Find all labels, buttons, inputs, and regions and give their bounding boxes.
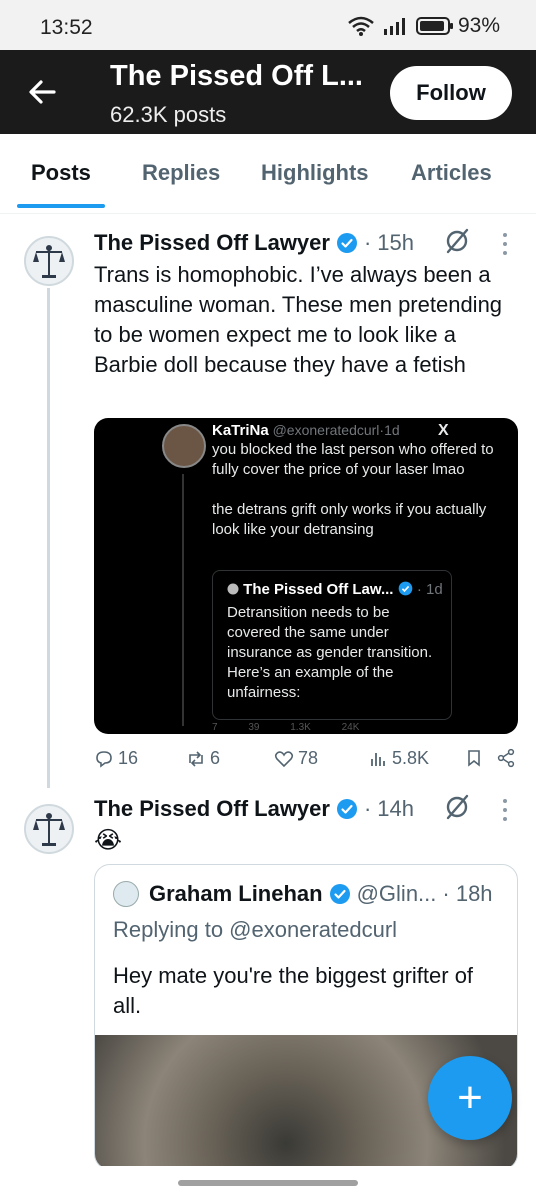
heart-icon <box>274 750 294 767</box>
embedded-avatar <box>162 424 206 468</box>
verified-badge-icon <box>329 884 350 904</box>
post-count: 62.3K posts <box>110 102 227 127</box>
scales-of-justice-icon <box>33 813 65 846</box>
divider <box>0 213 536 214</box>
quoted-author: Graham Linehan <box>149 881 323 906</box>
embedded-text: you blocked the last person who offered … <box>212 440 502 540</box>
repost-icon <box>189 750 203 767</box>
quoted-time: · 18h <box>442 881 493 906</box>
battery-icon <box>415 17 453 35</box>
repost-count: 6 <box>210 748 221 768</box>
compose-button[interactable]: + <box>428 1056 512 1140</box>
status-bar: 13:52 93% <box>0 0 536 50</box>
tweet-text: Trans is homophobic. I’ve always been a … <box>94 262 503 377</box>
home-handle[interactable] <box>178 1180 358 1186</box>
reply-count: 16 <box>118 748 139 768</box>
system-nav-bar <box>0 1166 536 1200</box>
bookmark-icon <box>468 750 480 767</box>
tweet-separator: · <box>363 796 372 821</box>
embedded-text-2: the detrans grift only works if you actu… <box>212 501 487 538</box>
x-logo-icon: X <box>438 422 449 439</box>
replying-to: Replying to @exoneratedcurl <box>113 917 398 942</box>
embedded-quote: The Pissed Off Law... · 1d Detransition … <box>212 570 452 720</box>
repost-button[interactable]: 6 <box>186 748 220 769</box>
embedded-quote-time: · 1d <box>416 581 443 598</box>
like-button[interactable]: 78 <box>274 748 318 769</box>
embedded-quote-avatar-icon <box>227 583 239 595</box>
grok-icon[interactable] <box>444 228 470 254</box>
embedded-action-counts: 7 39 1.3K 24K <box>212 722 360 733</box>
embedded-handle: @exoneratedcurl·1d <box>272 422 400 438</box>
reply-button[interactable]: 16 <box>94 748 138 769</box>
tweet-header: The Pissed Off Lawyer · 15h <box>94 230 414 256</box>
tab-posts[interactable]: Posts <box>31 160 91 186</box>
tab-articles[interactable]: Articles <box>411 160 492 186</box>
grok-icon[interactable] <box>444 794 470 820</box>
tweet-time[interactable]: 14h <box>377 796 414 822</box>
verified-badge-icon <box>398 581 412 596</box>
verified-badge-icon <box>336 799 357 819</box>
tweet-time[interactable]: 15h <box>377 230 414 256</box>
embedded-author: KaTriNa <box>212 422 269 439</box>
author-name[interactable]: The Pissed Off Lawyer <box>94 230 330 256</box>
verified-badge-icon <box>336 233 357 253</box>
more-vertical-icon[interactable] <box>502 799 508 821</box>
profile-title: The Pissed Off L... <box>110 60 363 92</box>
status-time: 13:52 <box>40 16 93 39</box>
more-vertical-icon[interactable] <box>502 233 508 255</box>
quoted-header: Graham Linehan @Glin... · 18h <box>149 881 493 907</box>
wifi-icon <box>348 16 374 36</box>
follow-button[interactable]: Follow <box>390 66 512 120</box>
avatar[interactable] <box>24 804 74 854</box>
profile-header: The Pissed Off L... 62.3K posts Follow <box>0 50 536 134</box>
share-button[interactable] <box>496 748 516 768</box>
reply-icon <box>96 750 112 768</box>
bookmark-button[interactable] <box>464 748 484 768</box>
author-name[interactable]: The Pissed Off Lawyer <box>94 796 330 822</box>
tab-highlights[interactable]: Highlights <box>261 160 369 186</box>
quoted-handle: @Glin... <box>356 881 437 906</box>
thread-line <box>47 288 50 788</box>
embedded-screenshot[interactable]: KaTriNa @exoneratedcurl·1d X you blocked… <box>94 418 518 734</box>
share-icon <box>497 748 515 768</box>
quoted-text: Hey mate you're the biggest grifter of a… <box>113 963 474 1018</box>
views-button[interactable]: 5.8K <box>368 748 429 769</box>
arrow-left-icon[interactable] <box>22 72 62 112</box>
battery-fill <box>419 21 444 31</box>
like-count: 78 <box>298 748 319 768</box>
embedded-quote-text: Detransition needs to be covered the sam… <box>227 604 433 701</box>
embedded-thread-line <box>182 474 184 726</box>
tweet-actions: 16 6 78 5.8K <box>94 748 524 774</box>
status-icons: 93% <box>348 14 500 38</box>
scales-of-justice-icon <box>33 245 65 278</box>
views-icon <box>371 752 385 766</box>
tab-replies[interactable]: Replies <box>142 160 220 186</box>
embedded-header: KaTriNa @exoneratedcurl·1d <box>212 422 400 439</box>
signal-icon <box>383 18 405 35</box>
active-tab-indicator <box>17 204 105 208</box>
tweet-separator: · <box>363 230 372 255</box>
avatar[interactable] <box>24 236 74 286</box>
embedded-quote-author: The Pissed Off Law... <box>243 581 394 598</box>
views-count: 5.8K <box>392 748 430 768</box>
battery-percent: 93% <box>457 14 500 37</box>
embedded-quote-header: The Pissed Off Law... · 1d <box>227 581 443 598</box>
tweet-header: The Pissed Off Lawyer · 14h <box>94 796 414 822</box>
embedded-text-1: you blocked the last person who offered … <box>212 441 494 478</box>
profile-tabs: Posts Replies Highlights Articles <box>0 134 536 210</box>
quoted-avatar <box>113 881 139 907</box>
tweet-text: 😭 <box>94 827 123 854</box>
